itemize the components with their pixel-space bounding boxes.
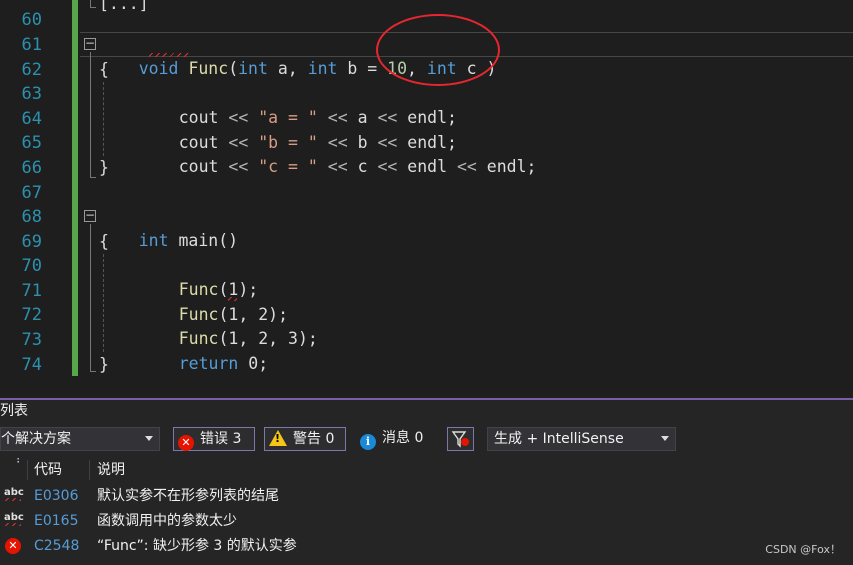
error-list-panel: 列表 个解决方案 ✕ 错误 3 ! 警告 0 i 消息 0 生成 + IntelliS…	[0, 400, 853, 565]
code-line-70: Func(1);	[139, 254, 259, 299]
keyword: void	[138, 59, 179, 78]
error-list-header: ⠃ 代码 说明	[0, 458, 853, 482]
operator: <<	[317, 157, 358, 176]
code-line-63: cout << "a = " << a << endl;	[139, 82, 457, 127]
annotation-circle	[376, 14, 500, 86]
line-number: 65	[21, 133, 42, 153]
error-row[interactable]: abc E0165 函数调用中的参数太少	[0, 509, 853, 534]
code-editor[interactable]: 60 61 62 63 64 65 66 67 68 69 70 71 72 7…	[0, 0, 853, 398]
column-header-code[interactable]: 代码	[34, 458, 62, 482]
function-signature: main()	[168, 231, 239, 250]
line-number: 63	[21, 84, 42, 104]
error-description: 函数调用中的参数太少	[97, 513, 237, 529]
error-row[interactable]: ✕ C2548 “Func”: 缺少形参 3 的默认实参	[0, 534, 853, 559]
column-separator[interactable]	[89, 460, 90, 480]
watermark: CSDN @Fox！	[765, 543, 841, 556]
messages-filter-button[interactable]: i 消息 0	[356, 427, 438, 451]
error-description: “Func”: 缺少形参 3 的默认实参	[97, 538, 297, 554]
line-number: 71	[21, 281, 42, 301]
code-line-73: return 0;	[139, 328, 268, 373]
line-number: 61	[21, 35, 42, 55]
column-separator[interactable]	[27, 460, 28, 480]
filter-icon	[451, 431, 469, 448]
error-description: 默认实参不在形参列表的结尾	[97, 488, 279, 504]
code-line-68: int main()	[99, 205, 238, 250]
line-number: 73	[21, 330, 42, 350]
code-line-60: [...]	[99, 0, 149, 13]
identifier: endl	[407, 157, 448, 176]
fold-guide	[90, 224, 96, 372]
error-icon: ✕	[178, 435, 194, 451]
function-name: Func	[188, 59, 229, 78]
line-number: 62	[21, 60, 42, 80]
line-number: 67	[21, 183, 42, 203]
warnings-filter-button[interactable]: ! 警告 0	[264, 427, 346, 451]
keyword: return	[178, 354, 239, 373]
error-row[interactable]: abc E0306 默认实参不在形参列表的结尾	[0, 484, 853, 509]
error-code-link[interactable]: E0306	[34, 484, 78, 509]
error-icon: ✕	[5, 538, 21, 554]
keyword: int	[138, 231, 169, 250]
error-squiggle	[149, 53, 189, 57]
build-filter-value: 生成 + IntelliSense	[494, 431, 624, 447]
squiggle-mark	[5, 498, 21, 501]
operator: <<	[218, 157, 259, 176]
code-line-64: cout << "b = " << b << endl;	[139, 107, 457, 152]
operator: <<	[367, 157, 408, 176]
code-line-66: }	[99, 158, 109, 177]
panel-title: 列表	[0, 403, 28, 419]
chevron-down-icon	[145, 436, 153, 441]
fold-guide	[90, 0, 96, 8]
info-icon: i	[360, 434, 376, 450]
build-intellisense-dropdown[interactable]: 生成 + IntelliSense	[487, 427, 676, 451]
line-number: 60	[21, 10, 42, 30]
column-header-description[interactable]: 说明	[97, 458, 125, 482]
fold-guide	[90, 52, 96, 178]
error-list-toolbar: 个解决方案 ✕ 错误 3 ! 警告 0 i 消息 0 生成 + IntelliSens…	[0, 426, 853, 454]
code-line-65: cout << "c = " << c << endl << endl;	[139, 131, 537, 176]
column-options-icon[interactable]: ⠃	[16, 452, 23, 476]
error-squiggle	[228, 297, 237, 301]
code-line-62: {	[99, 60, 109, 79]
spelling-error-icon: abc	[4, 512, 24, 523]
line-number: 64	[21, 109, 42, 129]
return-value: 0;	[238, 354, 269, 373]
error-code-link[interactable]: C2548	[34, 534, 79, 559]
line-number: 66	[21, 158, 42, 178]
keyword: int	[238, 59, 268, 78]
filter-button[interactable]	[447, 427, 474, 451]
paren: (	[228, 59, 239, 78]
operator: <<	[447, 157, 487, 176]
warnings-count-label: 警告 0	[293, 431, 335, 447]
warning-icon: !	[269, 430, 287, 446]
messages-count-label: 消息 0	[382, 430, 424, 446]
spelling-error-icon: abc	[4, 487, 24, 498]
code-line-71: Func(1, 2);	[139, 279, 288, 324]
code-line-69: {	[99, 232, 109, 251]
error-code-link[interactable]: E0165	[34, 509, 78, 534]
change-tracking-bar	[72, 0, 78, 376]
collapse-toggle-icon[interactable]: −	[84, 37, 96, 50]
string-literal: "c = "	[258, 157, 318, 176]
line-number: 68	[21, 207, 42, 227]
code-line-74: }	[99, 355, 109, 374]
errors-count-label: 错误 3	[200, 431, 242, 447]
identifier: endl;	[486, 157, 537, 176]
collapse-toggle-icon[interactable]: −	[84, 209, 96, 222]
squiggle-mark	[5, 523, 21, 526]
errors-filter-button[interactable]: ✕ 错误 3	[173, 427, 255, 451]
keyword: int	[307, 59, 338, 78]
code-line-72: Func(1, 2, 3);	[139, 303, 318, 348]
identifier: c	[357, 157, 368, 176]
scope-dropdown[interactable]: 个解决方案	[0, 427, 160, 451]
chevron-down-icon	[661, 436, 669, 441]
identifier: cout	[178, 157, 219, 176]
param: a,	[267, 59, 308, 78]
line-number: 70	[21, 256, 42, 276]
line-number: 72	[21, 305, 42, 325]
line-number: 69	[21, 232, 42, 252]
scope-value: 个解决方案	[1, 431, 71, 447]
line-number: 74	[21, 355, 42, 375]
